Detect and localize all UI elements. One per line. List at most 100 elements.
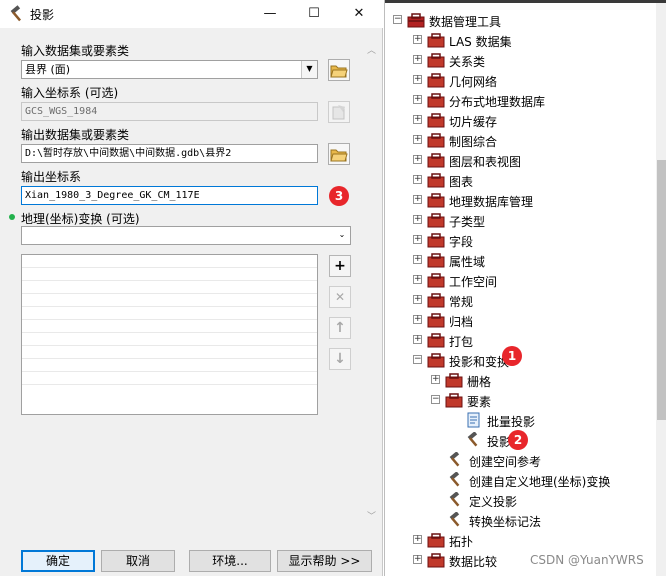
list-item[interactable]	[22, 359, 317, 372]
expand-icon[interactable]: +	[431, 375, 440, 384]
panel-header-strip	[385, 0, 666, 3]
output-dataset-input[interactable]: D:\暂时存放\中间数据\中间数据.gdb\县界2	[21, 144, 318, 163]
tree-item-label: 几何网络	[449, 75, 498, 89]
hammer-icon	[449, 452, 460, 467]
browse-input-button[interactable]	[328, 59, 350, 81]
toolset-icon	[427, 273, 445, 288]
collapse-icon[interactable]: −	[431, 395, 440, 404]
toolset-icon	[427, 93, 445, 108]
toolset-icon	[427, 293, 445, 308]
toolset-icon	[427, 233, 445, 248]
tree-item-label: 归档	[449, 315, 474, 329]
transform-list[interactable]	[21, 254, 318, 415]
dialog-title: 投影	[30, 8, 55, 22]
browse-output-button[interactable]	[328, 143, 350, 165]
close-button[interactable]: ✕	[344, 3, 374, 25]
collapse-icon[interactable]: −	[413, 355, 422, 364]
maximize-button[interactable]: ☐	[299, 3, 329, 25]
arrow-down-icon[interactable]: ↓	[329, 348, 351, 370]
toolset-icon	[445, 393, 463, 408]
expand-icon[interactable]: +	[413, 255, 422, 264]
expand-icon[interactable]: +	[413, 535, 422, 544]
transform-dropdown[interactable]: ⌄	[21, 226, 351, 245]
list-item[interactable]	[22, 281, 317, 294]
environments-button[interactable]: 环境...	[189, 550, 271, 572]
ok-button[interactable]: 确定	[21, 550, 95, 572]
minimize-button[interactable]: —	[255, 3, 285, 25]
list-item[interactable]	[22, 346, 317, 359]
remove-icon[interactable]: ✕	[329, 286, 351, 308]
expand-icon[interactable]: +	[413, 35, 422, 44]
chevron-down-icon[interactable]: ▼	[301, 61, 317, 78]
output-crs-input[interactable]: Xian_1980_3_Degree_GK_CM_117E	[21, 186, 318, 205]
hammer-icon	[467, 432, 478, 447]
script-tool-icon	[467, 412, 480, 428]
cancel-button[interactable]: 取消	[101, 550, 175, 572]
scroll-up-icon[interactable]: ︿	[364, 44, 379, 59]
expand-icon[interactable]: +	[413, 295, 422, 304]
toolset-icon	[427, 553, 445, 568]
properties-icon	[332, 105, 345, 120]
output-dataset-value: D:\暂时存放\中间数据\中间数据.gdb\县界2	[25, 148, 232, 159]
expand-icon[interactable]: +	[413, 155, 422, 164]
chevron-down-icon[interactable]: ⌄	[334, 227, 350, 244]
tree-item-label: 创建自定义地理(坐标)变换	[469, 475, 611, 489]
expand-icon[interactable]: +	[413, 75, 422, 84]
tree-item-label: 打包	[449, 335, 474, 349]
tree-item-label: 图层和表视图	[449, 155, 522, 169]
expand-icon[interactable]: +	[413, 235, 422, 244]
expand-icon[interactable]: +	[413, 315, 422, 324]
show-help-button[interactable]: 显示帮助 >>	[277, 550, 372, 572]
list-item[interactable]	[22, 333, 317, 346]
tree-scroll-thumb[interactable]	[657, 160, 666, 420]
expand-icon[interactable]: +	[413, 175, 422, 184]
tree-item-label: LAS 数据集	[449, 35, 512, 49]
tree-item-label: 要素	[467, 395, 492, 409]
dialog-scrollbar[interactable]	[364, 40, 379, 530]
expand-icon[interactable]: +	[413, 215, 422, 224]
list-item[interactable]	[22, 320, 317, 333]
input-dataset-dropdown[interactable]: 县界 (面) ▼	[21, 60, 318, 79]
expand-icon[interactable]: +	[413, 95, 422, 104]
expand-icon[interactable]: +	[413, 275, 422, 284]
expand-icon[interactable]: +	[413, 115, 422, 124]
toolbox-tree: − 数据管理工具 + LAS 数据集 + 关系类 + 几何网络 + 分布式地理数据库 + 切片缓存…	[384, 0, 666, 576]
list-item[interactable]	[22, 294, 317, 307]
tree-item-label: 切片缓存	[449, 115, 498, 129]
expand-icon[interactable]: +	[413, 55, 422, 64]
tree-item-label: 关系类	[449, 55, 486, 69]
list-item[interactable]	[22, 255, 317, 268]
expand-icon[interactable]: +	[413, 135, 422, 144]
hammer-icon	[449, 512, 460, 527]
toolset-icon	[427, 193, 445, 208]
tree-item-label: 数据比较	[449, 555, 498, 569]
input-crs-field: GCS_WGS_1984	[21, 102, 318, 121]
tree-item-label: 图表	[449, 175, 474, 189]
expand-icon[interactable]: +	[413, 195, 422, 204]
step-badge-1: 1	[502, 346, 522, 366]
tree-item-label: 拓扑	[449, 535, 474, 549]
status-dot	[9, 214, 15, 220]
arrow-up-icon[interactable]: ↑	[329, 317, 351, 339]
expand-icon[interactable]: +	[413, 555, 422, 564]
toolset-icon	[427, 173, 445, 188]
collapse-icon[interactable]: −	[393, 15, 402, 24]
hammer-icon	[10, 5, 22, 22]
toolset-icon	[427, 333, 445, 348]
toolset-icon	[427, 133, 445, 148]
title-bar[interactable]: 投影 — ☐ ✕	[0, 0, 383, 28]
add-icon[interactable]: +	[329, 255, 351, 277]
toolset-icon	[427, 153, 445, 168]
list-item[interactable]	[22, 268, 317, 281]
projection-dialog: 投影 — ☐ ✕ 输入数据集或要素类 县界 (面) ▼ 输入坐标系 (可选) G…	[0, 0, 383, 576]
tree-item-label: 属性域	[449, 255, 486, 269]
scroll-down-icon[interactable]: ﹀	[364, 510, 379, 525]
list-item[interactable]	[22, 372, 317, 385]
list-item[interactable]	[22, 307, 317, 320]
step-badge-2: 2	[508, 430, 528, 450]
input-crs-value: GCS_WGS_1984	[25, 106, 98, 117]
tree-item-label: 栅格	[467, 375, 492, 389]
expand-icon[interactable]: +	[413, 335, 422, 344]
tree-item-label: 制图综合	[449, 135, 498, 149]
toolset-icon	[427, 253, 445, 268]
